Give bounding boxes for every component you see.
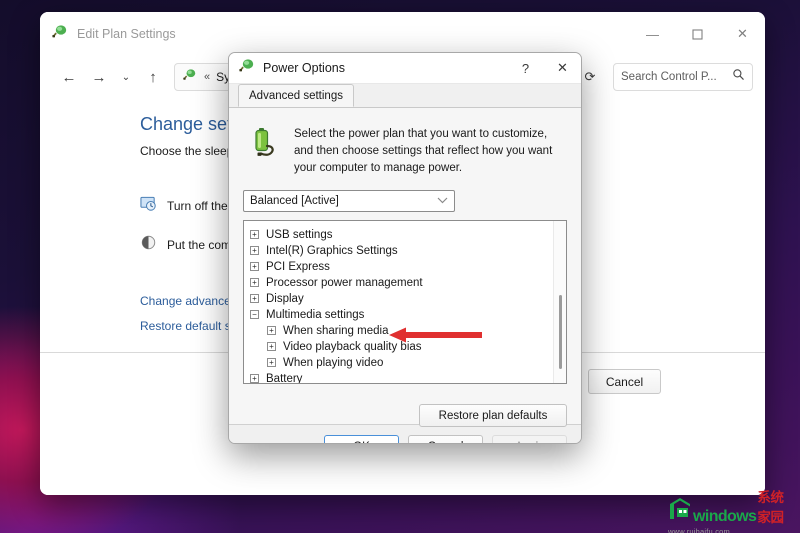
window-controls: — ✕: [630, 12, 765, 56]
annotation-arrow-icon: [389, 326, 482, 344]
expand-plus-icon[interactable]: +: [250, 246, 259, 256]
dialog-intro: Select the power plan that you want to c…: [243, 120, 567, 177]
tree-item-intel-graphics-settings[interactable]: + Intel(R) Graphics Settings: [250, 243, 566, 259]
expand-plus-icon[interactable]: +: [267, 326, 276, 336]
maximize-button[interactable]: [675, 12, 720, 56]
desktop-background: Edit Plan Settings — ✕ ← → ⌄ ↑ « ⟳ Searc…: [0, 0, 800, 533]
ok-button[interactable]: OK: [324, 434, 399, 443]
expand-plus-icon[interactable]: +: [250, 294, 259, 304]
expand-plus-icon[interactable]: +: [267, 342, 276, 352]
breadcrumb-chevron[interactable]: «: [204, 71, 210, 83]
tree-item-when-playing-video[interactable]: + When playing video: [250, 355, 566, 371]
tree-item-label: When playing video: [283, 356, 384, 369]
search-icon: [732, 68, 745, 86]
back-icon[interactable]: ←: [54, 63, 84, 91]
tree-item-label: When sharing media: [283, 324, 389, 337]
close-button[interactable]: ✕: [720, 12, 765, 56]
cancel-button[interactable]: Cancel: [408, 434, 483, 443]
search-placeholder: Search Control P...: [621, 71, 717, 83]
dialog-body: Select the power plan that you want to c…: [229, 108, 581, 427]
dialog-titlebar: Power Options ? ✕: [229, 53, 581, 84]
tree-item-label: Multimedia settings: [266, 308, 365, 321]
setting-row-display-off: Turn off the di: [140, 195, 240, 217]
chevron-down-icon: [437, 196, 448, 206]
tree-item-label: PCI Express: [266, 260, 330, 273]
search-input[interactable]: Search Control P...: [613, 63, 753, 91]
sleep-moon-icon: [140, 234, 157, 256]
close-icon[interactable]: ✕: [544, 53, 581, 84]
watermark-brand-cn: 系统家园: [757, 490, 784, 525]
tab-advanced-settings[interactable]: Advanced settings: [238, 84, 354, 107]
tree-item-multimedia-settings[interactable]: − Multimedia settings: [250, 307, 566, 323]
cancel-button[interactable]: Cancel: [588, 369, 661, 394]
power-plug-icon: [52, 24, 68, 45]
breadcrumb-power-icon: [183, 68, 197, 87]
minimize-button[interactable]: —: [630, 12, 675, 56]
dialog-footer: OK Cancel Apply: [229, 425, 581, 443]
control-panel-title: Edit Plan Settings: [77, 27, 176, 41]
power-plug-icon: [239, 58, 255, 79]
control-panel-titlebar: Edit Plan Settings — ✕: [40, 12, 765, 56]
restore-plan-defaults-button[interactable]: Restore plan defaults: [419, 404, 567, 427]
dialog-window-controls: ? ✕: [507, 53, 581, 84]
dialog-tabstrip: Advanced settings: [229, 84, 581, 108]
watermark-logo-icon: [668, 497, 692, 526]
display-off-icon: [140, 195, 157, 217]
link-restore-defaults[interactable]: Restore default set: [140, 319, 241, 333]
tree-item-label: Battery: [266, 372, 303, 384]
recent-locations-icon[interactable]: ⌄: [114, 63, 138, 91]
expand-plus-icon[interactable]: +: [250, 230, 259, 240]
advanced-settings-tree[interactable]: + USB settings + Intel(R) Graphics Setti…: [243, 219, 567, 384]
tree-item-battery[interactable]: + Battery: [250, 371, 566, 384]
tree-item-label: USB settings: [266, 228, 333, 241]
power-plan-value: Balanced [Active]: [250, 194, 339, 207]
dialog-intro-text: Select the power plan that you want to c…: [294, 128, 553, 174]
help-button[interactable]: ?: [507, 53, 544, 84]
setting-row-sleep: Put the comp: [140, 234, 238, 256]
tree-item-label: Processor power management: [266, 276, 423, 289]
tree-item-pci-express[interactable]: + PCI Express: [250, 259, 566, 275]
watermark-brand: windows: [693, 508, 757, 525]
power-options-dialog[interactable]: Power Options ? ✕ Advanced settings Sele…: [228, 52, 582, 444]
tree-item-usb-settings[interactable]: + USB settings: [250, 227, 566, 243]
power-plan-select[interactable]: Balanced [Active]: [243, 189, 455, 212]
watermark-url: www.ruihaifu.com: [668, 527, 730, 533]
dialog-title: Power Options: [263, 61, 345, 75]
apply-button: Apply: [492, 434, 567, 443]
battery-plug-icon: [247, 124, 283, 177]
tree-item-label: Intel(R) Graphics Settings: [266, 244, 398, 257]
tree-item-label: Display: [266, 292, 304, 305]
tree-item-processor-power-management[interactable]: + Processor power management: [250, 275, 566, 291]
tree-item-display[interactable]: + Display: [250, 291, 566, 307]
expand-plus-icon[interactable]: +: [267, 358, 276, 368]
forward-icon[interactable]: →: [84, 63, 114, 91]
tree-scrollbar-thumb[interactable]: [559, 294, 562, 369]
expand-plus-icon[interactable]: +: [250, 374, 259, 383]
link-change-advanced[interactable]: Change advanced: [140, 294, 237, 308]
tree-scrollbar[interactable]: [553, 220, 566, 383]
expand-plus-icon[interactable]: +: [250, 262, 259, 272]
collapse-minus-icon[interactable]: −: [250, 310, 259, 320]
watermark: windows 系统家园 www.ruihaifu.com: [668, 486, 790, 533]
expand-plus-icon[interactable]: +: [250, 278, 259, 288]
up-icon[interactable]: ↑: [138, 63, 168, 91]
